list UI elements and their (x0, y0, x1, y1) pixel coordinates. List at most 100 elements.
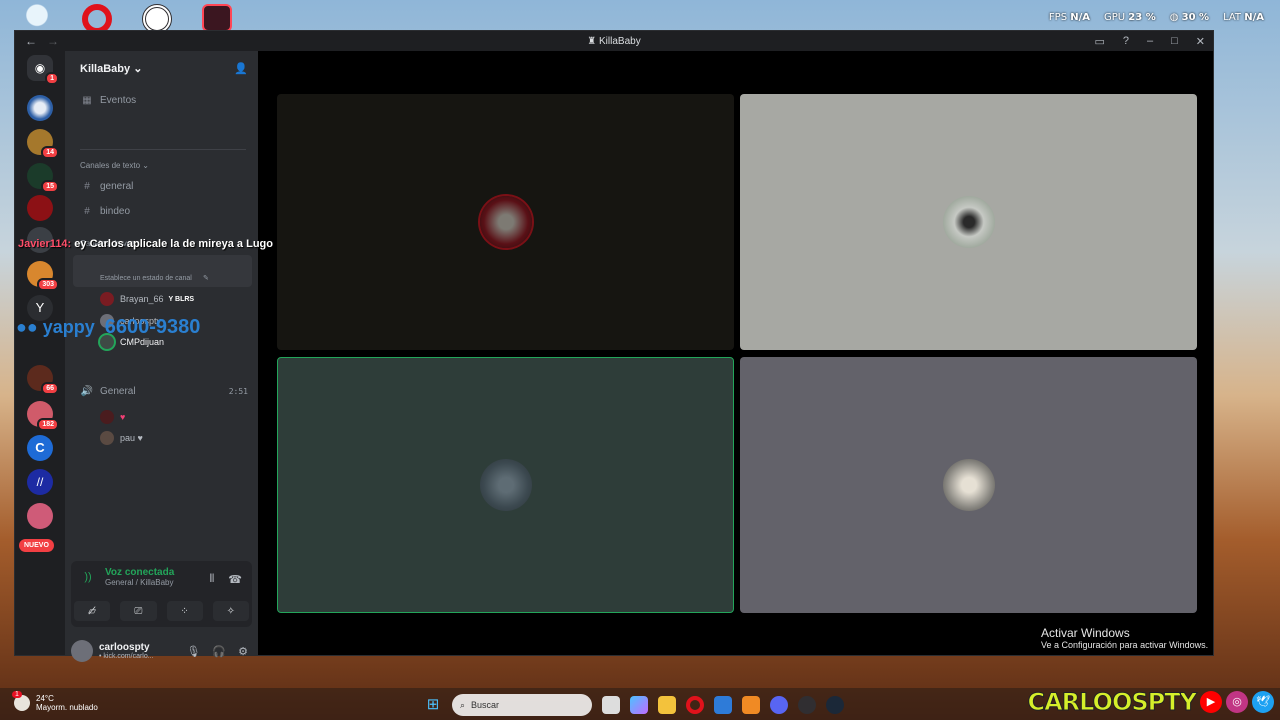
server-icon[interactable]: 14 (27, 129, 59, 159)
channel-label: General (100, 386, 136, 397)
events-item[interactable]: ▦ Eventos (80, 95, 248, 106)
weather-widget[interactable]: 24°C Mayorm. nublado (12, 691, 98, 712)
connection-signal-icon[interactable]: )) (79, 568, 97, 586)
channel-sidebar: KillaBaby ⌄ 👤 ▦ Eventos Canales de texto… (65, 51, 258, 662)
gpu-label: GPU (1104, 12, 1126, 23)
user-panel: carloospty • kick.com/carlo... 🎙 🎧 ⚙ (71, 635, 252, 667)
server-icon[interactable]: 182 (27, 401, 59, 431)
steam-icon[interactable] (826, 696, 844, 714)
minimize-icon[interactable]: – (1147, 35, 1153, 48)
yappy-label: yappy (42, 317, 95, 337)
microphone-icon[interactable]: 🎙 (186, 645, 200, 658)
yappy-number: 6600-9380 (104, 316, 201, 338)
speaker-icon: 🔊 (80, 386, 94, 397)
chat-author: Javier114: (18, 238, 72, 250)
close-icon[interactable]: ✕ (1196, 35, 1205, 48)
server-icon[interactable] (27, 95, 53, 121)
opera-taskbar-icon[interactable] (686, 696, 704, 714)
task-view-icon[interactable] (602, 696, 620, 714)
activities-button[interactable]: ⁘ (166, 601, 203, 621)
weather-temp: 24°C (36, 694, 54, 703)
channel-bindeo[interactable]: # bindeo (80, 206, 248, 217)
title-bar: ← → ♜ KillaBaby ▭ ? – □ ✕ (15, 31, 1213, 51)
app-icon[interactable] (742, 696, 760, 714)
voice-user[interactable]: pau ♥ (100, 431, 143, 445)
valorant-icon[interactable] (202, 4, 232, 32)
disconnect-icon[interactable]: ☎ (228, 573, 242, 586)
discord-taskbar-icon[interactable] (770, 696, 788, 714)
user-status: • kick.com/carlo... (99, 653, 154, 660)
camera-button[interactable]: ▱̸ (74, 601, 111, 621)
soundboard-button[interactable]: ✧ (212, 601, 249, 621)
search-placeholder: Buscar (471, 700, 500, 710)
copilot-icon[interactable] (630, 696, 648, 714)
user-name: carloospty (99, 642, 150, 653)
new-badge: NUEVO (19, 539, 54, 552)
dm-badge: 1 (45, 72, 59, 85)
participant-avatar (942, 459, 995, 511)
participant-tile[interactable] (277, 94, 734, 350)
recycle-bin-icon[interactable] (22, 4, 52, 32)
inbox-icon[interactable]: ▭ (1094, 35, 1104, 48)
avatar (100, 292, 114, 306)
gpu-value: 23 % (1128, 12, 1156, 23)
voice-channel-general[interactable]: 🔊 General 2:51 (80, 386, 248, 397)
voice-stage (258, 51, 1213, 655)
performance-overlay: FPS N/A GPU 23 % ◍ 30 % LAT N/A (1049, 12, 1264, 23)
noise-suppression-icon[interactable]: ⦀ (209, 573, 214, 586)
search-icon: ⌕ (460, 699, 466, 710)
server-icon[interactable] (27, 195, 53, 221)
channel-status-hint[interactable]: Establece un estado de canal (100, 275, 192, 282)
file-explorer-icon[interactable] (658, 696, 676, 714)
activate-windows-title: Activar Windows (1041, 626, 1130, 640)
server-badge: 14 (41, 146, 59, 159)
y-logo-icon: Y (35, 300, 45, 315)
activities-icon: ⁘ (180, 605, 189, 617)
obs-taskbar-icon[interactable] (798, 696, 816, 714)
chevron-down-icon: ⌄ (142, 161, 149, 170)
participant-tile-speaking[interactable] (277, 357, 734, 613)
participant-avatar (942, 196, 995, 248)
windows-start-icon[interactable]: ⊞ (424, 696, 442, 714)
store-icon[interactable] (714, 696, 732, 714)
server-icon[interactable]: // (27, 469, 53, 495)
server-badge: 182 (37, 418, 59, 431)
chat-message: ey Carlos aplicale la de mireya a Lugo (71, 238, 273, 250)
taskbar-search[interactable]: ⌕ Buscar (452, 694, 592, 716)
server-icon[interactable]: C (27, 435, 53, 461)
server-icon[interactable]: 15 (27, 163, 59, 193)
channel-general[interactable]: # general (80, 181, 248, 192)
voice-status-panel: )) Voz conectada General / KillaBaby ⦀ ☎… (71, 561, 252, 627)
invite-people-icon[interactable]: 👤 (234, 62, 248, 75)
discord-window: ← → ♜ KillaBaby ▭ ? – □ ✕ ◉ 1 14 15 303 (14, 30, 1214, 662)
window-title: KillaBaby (599, 35, 641, 47)
pencil-icon[interactable]: ✎ (203, 274, 209, 282)
server-icon[interactable]: 303 (27, 261, 59, 291)
streamer-brand: CARLOOSPTY ▶ ◎ 🕊 (1027, 688, 1274, 717)
participant-tile[interactable] (740, 357, 1197, 613)
user-avatar[interactable] (71, 640, 93, 662)
yappy-overlay: ●● yappy 6600-9380 (16, 316, 200, 339)
activate-windows-subtitle: Ve a Configuración para activar Windows. (1041, 640, 1209, 650)
screen-share-button[interactable]: ⎚ (120, 601, 157, 621)
server-header[interactable]: KillaBaby ⌄ 👤 (65, 51, 258, 85)
yappy-logo: ●● yappy (16, 317, 95, 338)
direct-messages-button[interactable]: ◉ 1 (27, 55, 59, 85)
maximize-icon[interactable]: □ (1171, 35, 1178, 48)
voice-connected-label: Voz conectada (105, 567, 175, 578)
voice-user[interactable]: Brayan_66 Y BLRS (100, 292, 194, 306)
category-text-channels[interactable]: Canales de texto ⌄ (80, 161, 248, 170)
server-icon[interactable]: 66 (27, 365, 59, 395)
voice-timer: 2:51 (228, 387, 248, 396)
voice-user[interactable]: ♥ (100, 410, 125, 424)
voice-channel-active[interactable]: Establece un estado de canal ✎ (73, 255, 252, 287)
twitter-icon: 🕊 (1252, 691, 1274, 713)
server-icon[interactable] (27, 503, 53, 529)
headphones-icon[interactable]: 🎧 (212, 645, 226, 658)
server-rail: ◉ 1 14 15 303 Y 66 182 C // NUEVO (15, 51, 65, 655)
channel-label: bindeo (100, 206, 131, 217)
voice-channel-location[interactable]: General / KillaBaby (105, 578, 174, 587)
help-icon[interactable]: ? (1123, 35, 1129, 48)
settings-gear-icon[interactable]: ⚙ (238, 645, 248, 658)
participant-tile[interactable] (740, 94, 1197, 350)
